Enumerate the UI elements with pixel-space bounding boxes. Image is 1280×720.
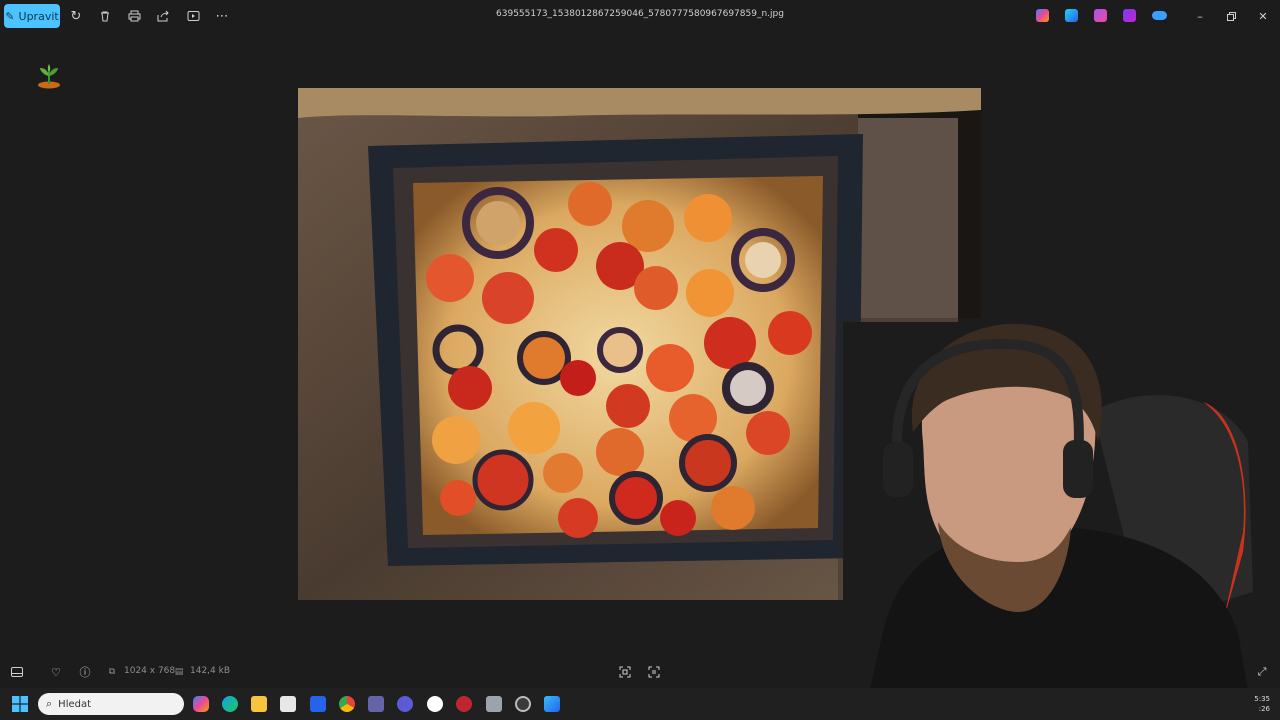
plant-logo-icon <box>38 64 60 89</box>
info-icon[interactable]: ⓘ <box>77 664 93 680</box>
wordpress-icon[interactable] <box>427 696 443 712</box>
fullscreen-icon[interactable]: ⤢ <box>1254 664 1270 680</box>
teams-icon[interactable] <box>368 696 384 712</box>
status-bar: ♡ ⓘ ⧉ 1024 x 768 ▤ 142,4 kB ⤢ <box>0 656 1280 688</box>
search-placeholder: Hledat <box>58 698 92 710</box>
fit-to-window-icon[interactable] <box>617 664 633 680</box>
clock-date: :26 <box>1258 705 1270 713</box>
designer-icon[interactable] <box>1065 9 1078 22</box>
share-icon[interactable] <box>153 6 173 26</box>
dimensions-icon: ⧉ <box>108 667 116 677</box>
recording-app-icon[interactable] <box>456 696 472 712</box>
file-size: 142,4 kB <box>190 666 231 676</box>
taskbar: ⌕ Hledat 5:35 :26 <box>0 688 1280 720</box>
edit-button-label: Upravit <box>18 9 59 23</box>
copilot-icon[interactable] <box>1036 9 1049 22</box>
favorite-icon[interactable]: ♡ <box>48 664 64 680</box>
title-bar: ✎ Upravit ↻ ⋯ 639555173_1538012867259046… <box>0 0 1280 32</box>
image-dimensions: 1024 x 768 <box>124 666 176 676</box>
edit-icon: ✎ <box>5 9 15 23</box>
file-size-icon: ▤ <box>174 667 184 677</box>
actual-size-icon[interactable] <box>646 664 662 680</box>
obs-icon[interactable] <box>515 696 531 712</box>
file-explorer-icon[interactable] <box>251 696 267 712</box>
system-clock[interactable]: 5:35 :26 <box>1254 694 1270 714</box>
print-icon[interactable] <box>124 6 144 26</box>
clock-time: 5:35 <box>1254 695 1270 703</box>
file-name: 639555173_1538012867259046_5780777580967… <box>496 9 784 19</box>
app-circle-icon[interactable] <box>397 696 413 712</box>
windows-start-icon[interactable] <box>12 696 28 712</box>
edit-button[interactable]: ✎ Upravit <box>4 4 60 28</box>
more-options-icon[interactable]: ⋯ <box>212 6 232 26</box>
mail-icon[interactable] <box>310 696 326 712</box>
rotate-icon[interactable]: ↻ <box>66 6 86 26</box>
minimize-icon[interactable]: – <box>1191 7 1209 25</box>
photos-icon[interactable] <box>544 696 560 712</box>
slideshow-icon[interactable] <box>183 6 203 26</box>
clipchamp-icon[interactable] <box>1094 9 1107 22</box>
search-icon: ⌕ <box>46 697 53 710</box>
video-editor-icon[interactable] <box>1123 9 1136 22</box>
taskbar-search[interactable]: ⌕ Hledat <box>38 693 184 715</box>
chrome-icon[interactable] <box>339 696 355 712</box>
restore-icon[interactable] <box>1222 7 1240 25</box>
edge-icon[interactable] <box>222 696 238 712</box>
calculator-icon[interactable] <box>486 696 502 712</box>
copilot-taskbar-icon[interactable] <box>193 696 209 712</box>
filmstrip-icon[interactable] <box>9 664 25 680</box>
delete-icon[interactable] <box>95 6 115 26</box>
close-icon[interactable]: ✕ <box>1254 7 1272 25</box>
onedrive-icon[interactable] <box>1152 11 1167 20</box>
store-icon[interactable] <box>280 696 296 712</box>
